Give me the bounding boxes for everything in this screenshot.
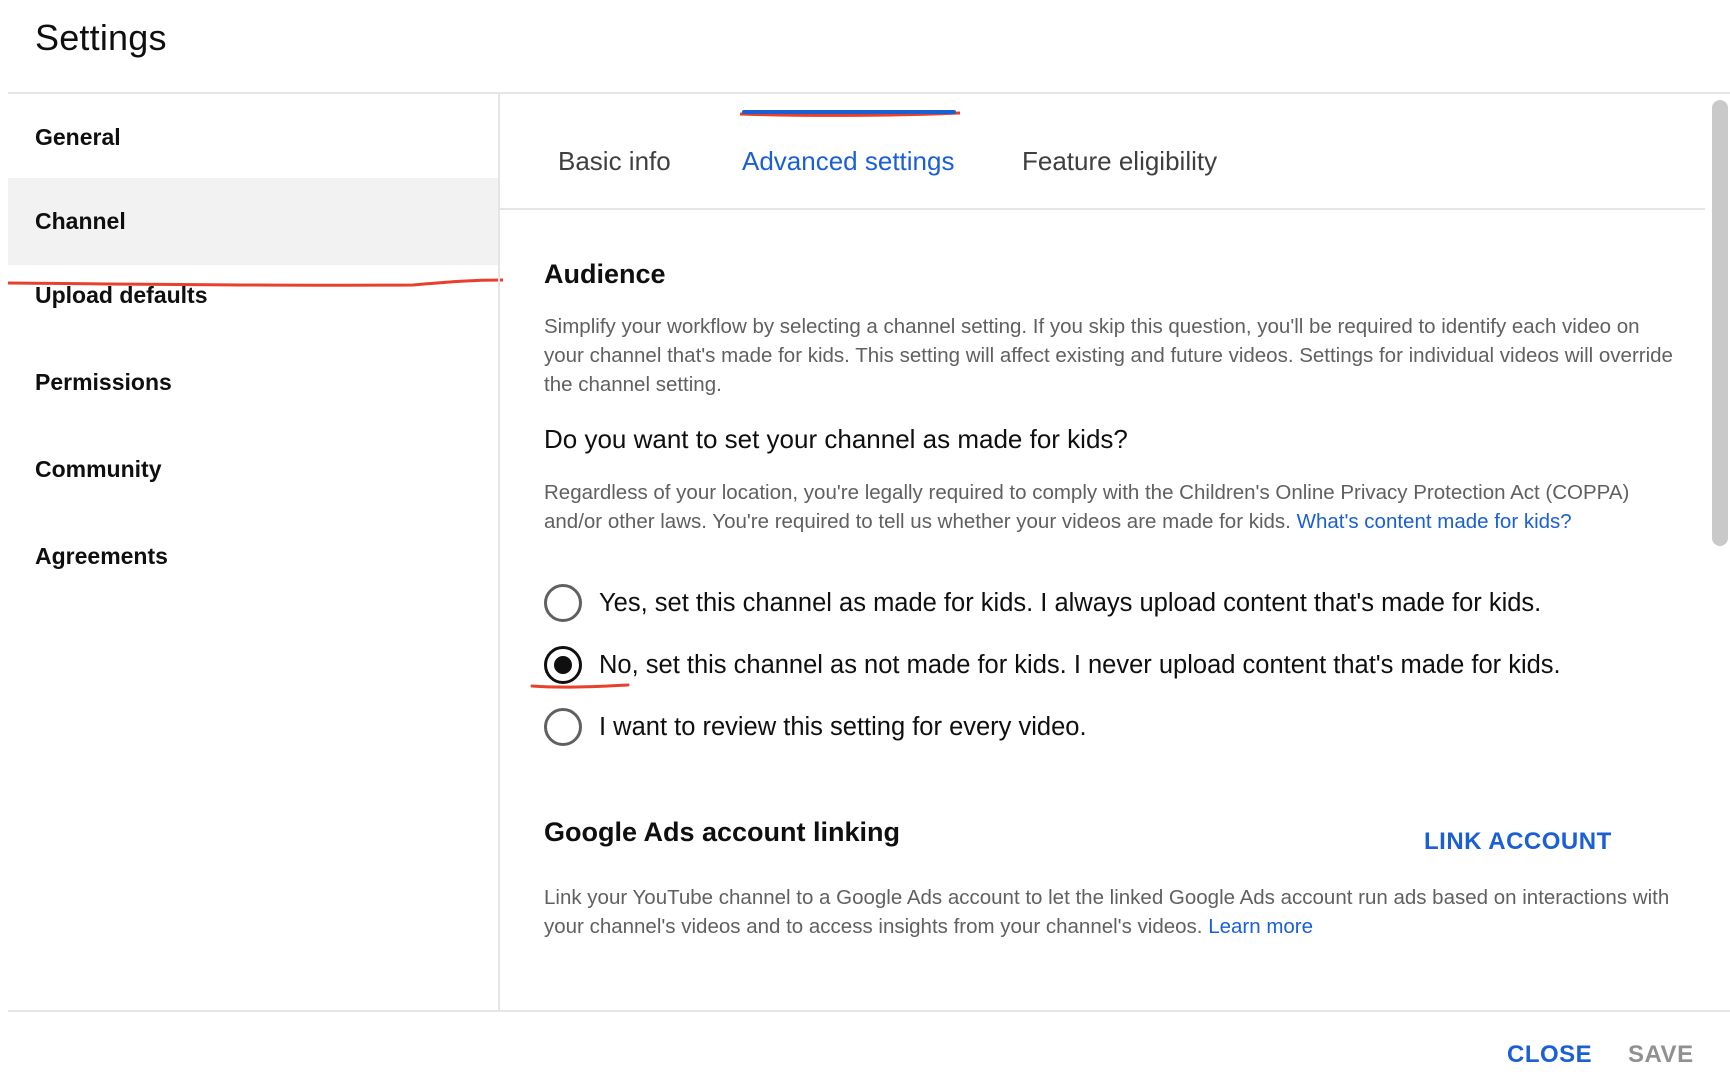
page-title: Settings (35, 17, 167, 58)
annotation-underline-radio (530, 683, 630, 689)
tab-feature-eligibility[interactable]: Feature eligibility (1022, 146, 1217, 177)
sidebar-item-agreements[interactable]: Agreements (8, 513, 498, 600)
tab-bar: Basic info Advanced settings Feature eli… (500, 94, 1705, 210)
radio-button[interactable] (544, 708, 582, 746)
sidebar-item-general[interactable]: General (8, 94, 498, 181)
sidebar-item-label: Agreements (35, 543, 168, 569)
save-button[interactable]: SAVE (1628, 1041, 1694, 1069)
sidebar-item-label: General (35, 124, 121, 150)
close-button[interactable]: CLOSE (1507, 1041, 1592, 1069)
dialog-header: Settings (0, 0, 1730, 93)
footer-divider (8, 1010, 1730, 1012)
radio-option-review[interactable]: I want to review this setting for every … (544, 708, 1087, 746)
radio-option-label: I want to review this setting for every … (599, 712, 1087, 741)
radio-option-label: Yes, set this channel as made for kids. … (599, 588, 1542, 617)
radio-button[interactable] (544, 584, 582, 622)
learn-more-link[interactable]: Learn more (1208, 915, 1313, 938)
settings-content: Basic info Advanced settings Feature eli… (500, 94, 1705, 1010)
sidebar-item-community[interactable]: Community (8, 426, 498, 513)
made-for-kids-info-link[interactable]: What's content made for kids? (1297, 510, 1572, 533)
active-tab-indicator (742, 110, 956, 114)
audience-description: Simplify your workflow by selecting a ch… (544, 315, 1673, 396)
annotation-underline-channel (8, 278, 503, 287)
radio-button-selected[interactable] (544, 646, 582, 684)
sidebar: General Channel Upload defaults Permissi… (8, 94, 498, 1010)
audience-title: Audience (544, 259, 666, 289)
link-account-button[interactable]: LINK ACCOUNT (1424, 828, 1612, 856)
coppa-legal-text: Regardless of your location, you're lega… (544, 478, 1674, 536)
google-ads-title: Google Ads account linking (544, 817, 901, 847)
radio-option-no[interactable]: No, set this channel as not made for kid… (544, 646, 1561, 684)
radio-option-label: No, set this channel as not made for kid… (599, 650, 1561, 679)
tab-basic-info[interactable]: Basic info (558, 146, 671, 177)
made-for-kids-question: Do you want to set your channel as made … (544, 424, 1128, 454)
google-ads-copy: Link your YouTube channel to a Google Ad… (544, 886, 1670, 938)
tabs-divider (500, 208, 1705, 210)
sidebar-item-upload-defaults[interactable]: Upload defaults (8, 252, 498, 339)
tab-advanced-settings[interactable]: Advanced settings (742, 146, 954, 177)
radio-option-yes[interactable]: Yes, set this channel as made for kids. … (544, 584, 1541, 622)
scrollbar-thumb[interactable] (1712, 100, 1728, 546)
sidebar-item-label: Community (35, 456, 162, 482)
google-ads-description: Link your YouTube channel to a Google Ad… (544, 883, 1674, 941)
sidebar-item-label: Permissions (35, 369, 172, 395)
sidebar-item-permissions[interactable]: Permissions (8, 339, 498, 426)
sidebar-item-label: Channel (35, 208, 126, 234)
